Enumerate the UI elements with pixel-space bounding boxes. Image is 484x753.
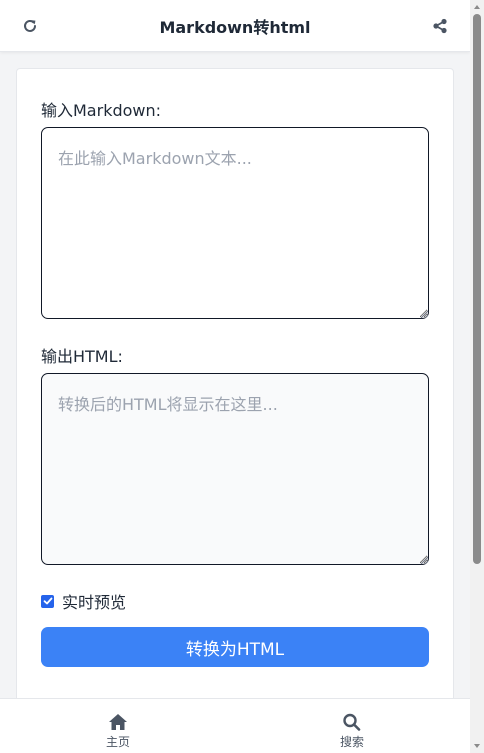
nav-label-search: 搜索	[339, 735, 364, 749]
markdown-label: 输入Markdown:	[41, 101, 162, 120]
checkmark-icon	[43, 597, 52, 605]
bottom-nav: 主页 搜索	[0, 698, 470, 753]
home-icon	[109, 714, 127, 730]
live-preview-checkbox[interactable]	[41, 594, 54, 608]
scrollbar-thumb[interactable]	[473, 14, 481, 564]
live-preview-option[interactable]: 实时预览	[41, 589, 126, 613]
html-output-label: 输出HTML:	[41, 347, 123, 366]
search-icon	[343, 713, 361, 731]
live-preview-label: 实时预览	[62, 593, 127, 612]
page-title: Markdown转html	[159, 17, 311, 37]
top-bar: Markdown转html	[0, 0, 470, 52]
html-output[interactable]	[41, 373, 429, 565]
scroll-down-icon[interactable]	[473, 742, 481, 750]
nav-label-home: 主页	[105, 735, 130, 749]
scrollbar[interactable]	[470, 0, 484, 753]
app-viewport: Markdown转html 输入Markdown: 输出HTML:	[0, 0, 470, 753]
convert-button[interactable]: 转换为HTML	[41, 627, 429, 667]
refresh-icon[interactable]	[20, 16, 40, 36]
share-icon[interactable]	[430, 16, 450, 36]
markdown-input[interactable]	[41, 127, 429, 319]
converter-card: 输入Markdown: 输出HTML: 实时预览 转换为HTML	[16, 68, 454, 753]
scroll-up-icon[interactable]	[473, 3, 481, 11]
nav-item-search[interactable]: 搜索	[322, 713, 382, 750]
nav-item-home[interactable]: 主页	[88, 713, 148, 750]
